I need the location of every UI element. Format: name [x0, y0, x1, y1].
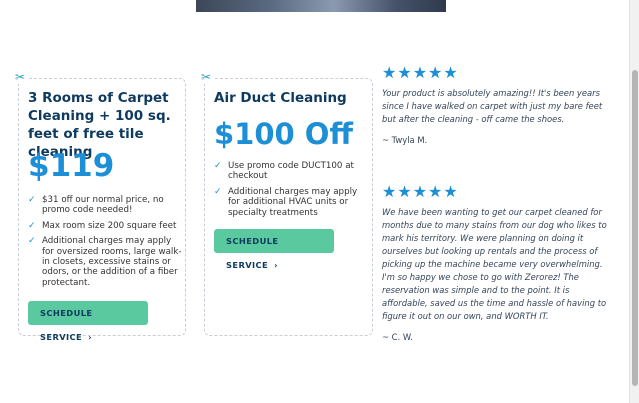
checkmark-icon: ✓ — [214, 186, 222, 197]
hero-image — [196, 0, 446, 12]
schedule-service-button[interactable]: SCHEDULE SERVICE › — [28, 301, 148, 342]
button-label: SCHEDULE SERVICE — [226, 236, 279, 270]
chevron-right-icon: › — [274, 260, 278, 270]
offer-feature-text: Max room size 200 square feet — [42, 220, 177, 231]
offer-feature-text: Use promo code DUCT100 at checkout — [228, 161, 354, 182]
checkmark-icon: ✓ — [28, 236, 36, 247]
star-rating-icon: ★★★★★ — [382, 63, 459, 82]
review-text: We have been wanting to get our carpet c… — [382, 207, 607, 321]
scissors-icon: ✂ — [13, 70, 27, 84]
offer-feature-list: ✓ $31 off our normal price, no promo code… — [28, 195, 184, 293]
checkmark-icon: ✓ — [28, 220, 36, 231]
schedule-service-button[interactable]: SCHEDULE SERVICE › — [214, 229, 334, 270]
hero-banner — [0, 0, 639, 12]
scrollbar-thumb[interactable] — [632, 70, 638, 386]
review-author: ~ C. W. — [382, 332, 413, 342]
star-rating-icon: ★★★★★ — [382, 182, 459, 201]
offer-title: Air Duct Cleaning — [214, 90, 347, 106]
offer-card-air-duct: ✂ Air Duct Cleaning $100 Off ✓ Use promo … — [199, 70, 373, 336]
review-text: Your product is absolutely amazing!! It'… — [382, 88, 603, 124]
offer-price: $100 Off — [214, 117, 353, 151]
offer-card-carpet: ✂ 3 Rooms of Carpet Cleaning + 100 sq. f… — [13, 70, 186, 342]
offer-feature: ✓ Additional charges may apply for oversi… — [28, 236, 184, 288]
offer-feature-text: Additional charges may apply for additio… — [228, 186, 358, 218]
review-author: ~ Twyla M. — [382, 135, 428, 145]
checkmark-icon: ✓ — [214, 161, 222, 171]
page-scrollbar[interactable] — [629, 0, 639, 403]
offer-feature: ✓ Max room size 200 square feet — [28, 221, 184, 231]
checkmark-icon: ✓ — [28, 195, 36, 205]
offer-price: $119 — [28, 148, 115, 184]
offer-feature: ✓ Use promo code DUCT100 at checkout — [214, 161, 370, 182]
offer-feature: ✓ Additional charges may apply for additi… — [214, 187, 370, 218]
review-item: ★★★★★ We have been wanting to get our ca… — [382, 183, 610, 343]
offer-feature-text: Additional charges may apply for oversiz… — [42, 236, 182, 288]
scissors-icon: ✂ — [199, 70, 213, 84]
chevron-right-icon: › — [88, 332, 92, 342]
review-item: ★★★★★ Your product is absolutely amazing… — [382, 64, 610, 146]
offer-feature-text: $31 off our normal price, no promo code … — [42, 195, 164, 216]
offer-feature: ✓ $31 off our normal price, no promo code… — [28, 195, 184, 216]
offer-feature-list: ✓ Use promo code DUCT100 at checkout ✓ Add… — [214, 161, 370, 223]
button-label: SCHEDULE SERVICE — [40, 308, 93, 342]
